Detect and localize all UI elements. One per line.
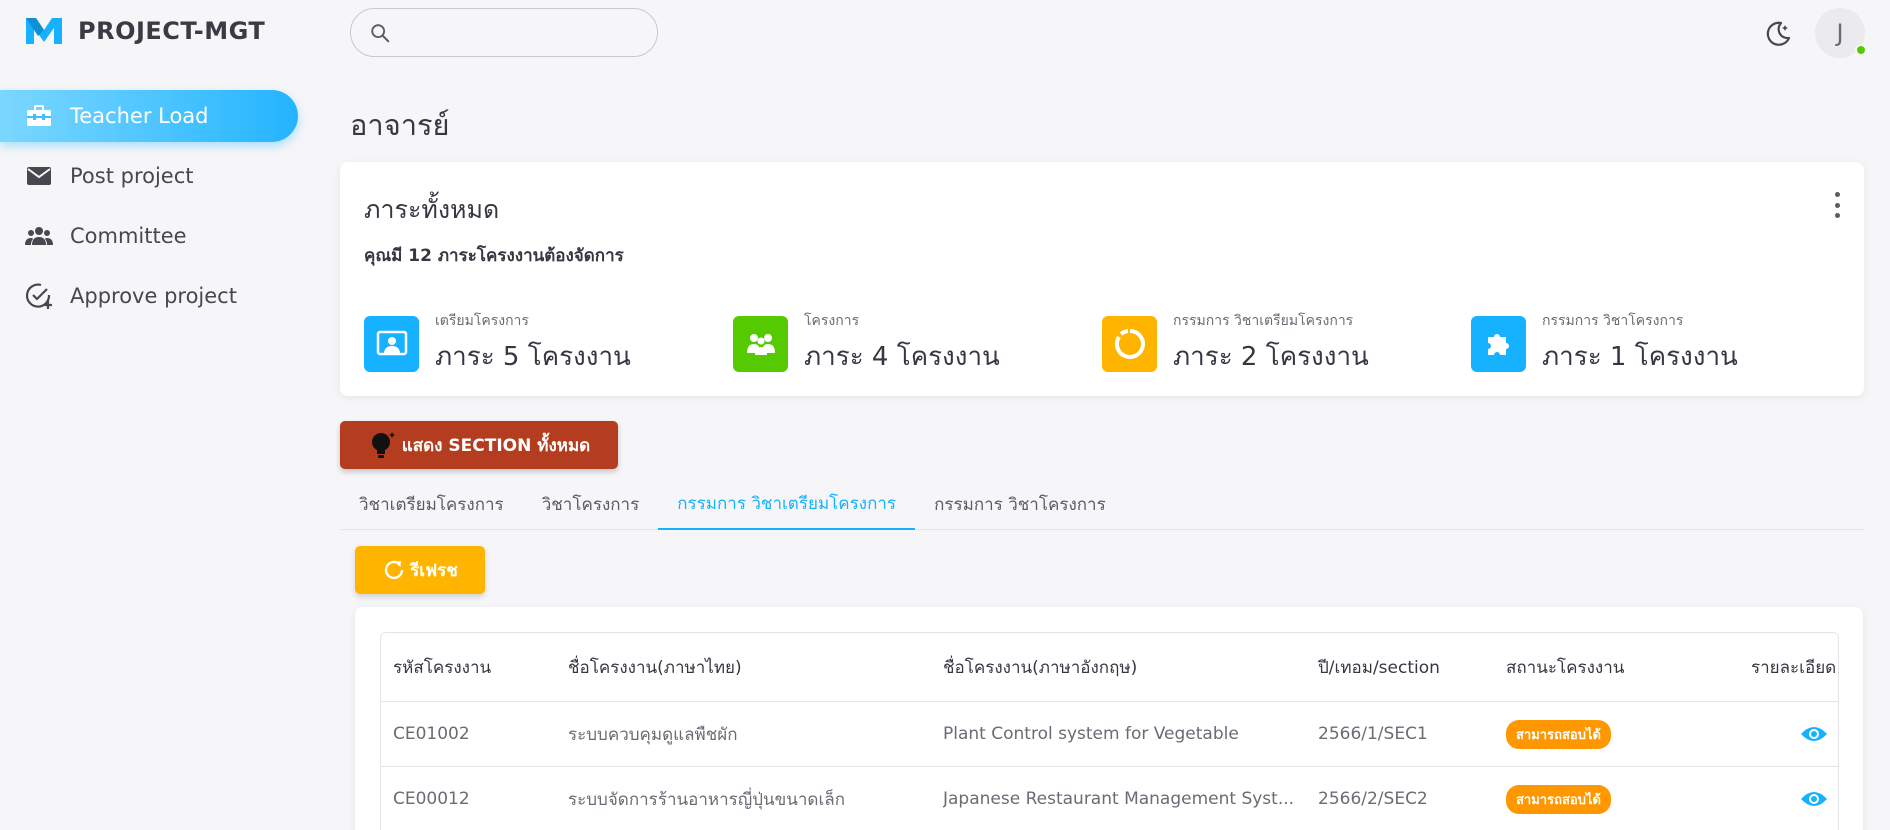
show-all-sections-button[interactable]: แสดง SECTION ทั้งหมด	[340, 421, 618, 469]
project-term: 2566/2/SEC2	[1318, 789, 1428, 809]
project-term: 2566/1/SEC1	[1318, 724, 1428, 744]
puzzle-icon	[1471, 315, 1526, 372]
lightbulb-icon	[371, 432, 395, 458]
status-cell: สามารถสอบได้	[1506, 767, 1726, 830]
sidebar-item-label: Committee	[70, 224, 187, 248]
project-code: CE00012	[393, 789, 470, 809]
status-cell: สามารถสอบได้	[1506, 702, 1726, 766]
search-bar[interactable]	[350, 8, 658, 57]
view-details-eye-icon[interactable]	[1800, 788, 1828, 810]
sidebar-item-teacher-load[interactable]: Teacher Load	[0, 90, 298, 142]
projects-table: รหัสโครงงาน ชื่อโครงงาน(ภาษาไทย) ชื่อโคร…	[380, 632, 1839, 830]
groups-icon	[733, 315, 788, 372]
refresh-icon	[384, 560, 404, 580]
briefcase-icon	[27, 105, 51, 126]
show-all-sections-label: แสดง SECTION ทั้งหมด	[401, 435, 591, 456]
stat-value: ภาระ 5 โครงงาน	[435, 342, 631, 372]
sidebar-item-approve-project[interactable]: Approve project	[0, 270, 298, 322]
projects-table-card: รหัสโครงงาน ชื่อโครงงาน(ภาษาไทย) ชื่อโคร…	[355, 607, 1863, 830]
tab-prep-project[interactable]: วิชาเตรียมโครงการ	[340, 478, 523, 530]
status-badge: สามารถสอบได้	[1506, 784, 1611, 814]
sidebar-item-committee[interactable]: Committee	[0, 210, 298, 262]
mail-icon	[27, 167, 51, 185]
sidebar-item-label: Teacher Load	[70, 104, 209, 128]
column-header[interactable]: รหัสโครงงาน	[393, 633, 553, 701]
status-badge: สามารถสอบได้	[1506, 719, 1611, 749]
stat-label: กรรมการ วิชาโครงการ	[1542, 313, 1684, 329]
search-icon	[371, 23, 390, 42]
stat-label: เตรียมโครงการ	[435, 313, 529, 329]
column-header[interactable]: ชื่อโครงงาน(ภาษาไทย)	[568, 633, 928, 701]
tab-project[interactable]: วิชาโครงการ	[523, 478, 659, 530]
stat-label: กรรมการ วิชาเตรียมโครงการ	[1173, 313, 1354, 329]
table-row: CE01002 ระบบควบคุมดูแลพืชผัก Plant Contr…	[381, 702, 1838, 767]
avatar-initial: J	[1836, 19, 1844, 47]
page-title: อาจารย์	[350, 108, 450, 142]
app-logo[interactable]: PROJECT-MGT	[24, 14, 265, 48]
stat-value: ภาระ 4 โครงงาน	[804, 342, 1000, 372]
column-header[interactable]: ชื่อโครงงาน(ภาษาอังกฤษ)	[943, 633, 1303, 701]
stat-project: โครงการภาระ 4 โครงงาน	[733, 310, 1000, 377]
project-code: CE01002	[393, 724, 470, 744]
summary-subtitle: คุณมี 12 ภาระโครงงานต้องจัดการ	[364, 246, 624, 266]
details-cell	[1736, 702, 1838, 766]
donut-icon	[1102, 315, 1157, 372]
project-name-th: ระบบควบคุมดูแลพืชผัก	[568, 724, 738, 745]
sidebar-item-post-project[interactable]: Post project	[0, 150, 298, 202]
column-header[interactable]: สถานะโครงงาน	[1506, 633, 1726, 701]
refresh-button[interactable]: รีเฟรช	[355, 546, 485, 594]
table-header-row: รหัสโครงงาน ชื่อโครงงาน(ภาษาไทย) ชื่อโคร…	[381, 633, 1838, 702]
more-options-icon[interactable]	[1832, 192, 1842, 218]
stat-committee-prep: กรรมการ วิชาเตรียมโครงการภาระ 2 โครงงาน	[1102, 310, 1369, 377]
logo-icon	[26, 18, 62, 44]
summary-title: ภาระทั้งหมด	[364, 195, 500, 224]
online-status-dot	[1855, 44, 1867, 56]
user-avatar[interactable]: J	[1815, 8, 1867, 58]
project-name-en: Plant Control system for Vegetable	[943, 724, 1239, 744]
view-details-eye-icon[interactable]	[1800, 723, 1828, 745]
project-name-en: Japanese Restaurant Management Syst...	[943, 789, 1295, 809]
sidebar-item-label: Approve project	[70, 284, 237, 308]
details-cell	[1736, 767, 1838, 830]
course-tabs: วิชาเตรียมโครงการ วิชาโครงการ กรรมการ วิ…	[340, 478, 1864, 530]
table-row: CE00012 ระบบจัดการร้านอาหารญี่ปุ่นขนาดเล…	[381, 767, 1838, 830]
tab-committee-prep-project[interactable]: กรรมการ วิชาเตรียมโครงการ	[658, 478, 916, 530]
stat-label: โครงการ	[804, 313, 860, 329]
check-circle-plus-icon	[25, 283, 52, 309]
sidebar-item-label: Post project	[70, 164, 194, 188]
app-title: PROJECT-MGT	[78, 17, 266, 45]
stat-value: ภาระ 2 โครงงาน	[1173, 342, 1369, 372]
tab-committee-project[interactable]: กรรมการ วิชาโครงการ	[915, 478, 1125, 530]
refresh-label: รีเฟรช	[410, 560, 458, 581]
theme-toggle-moon-icon[interactable]	[1763, 18, 1793, 48]
presentation-icon	[364, 315, 419, 372]
workload-summary-card: ภาระทั้งหมด คุณมี 12 ภาระโครงงานต้องจัดก…	[340, 162, 1864, 396]
search-input[interactable]	[401, 23, 641, 42]
stat-value: ภาระ 1 โครงงาน	[1542, 342, 1738, 372]
group-icon	[25, 227, 53, 245]
column-header[interactable]: ปี/เทอม/section	[1318, 633, 1498, 701]
stat-committee-project: กรรมการ วิชาโครงการภาระ 1 โครงงาน	[1471, 310, 1738, 377]
column-header[interactable]: รายละเอียด	[1751, 633, 1838, 701]
stat-prep-project: เตรียมโครงการภาระ 5 โครงงาน	[364, 310, 631, 377]
project-name-th: ระบบจัดการร้านอาหารญี่ปุ่นขนาดเล็ก	[568, 789, 845, 810]
